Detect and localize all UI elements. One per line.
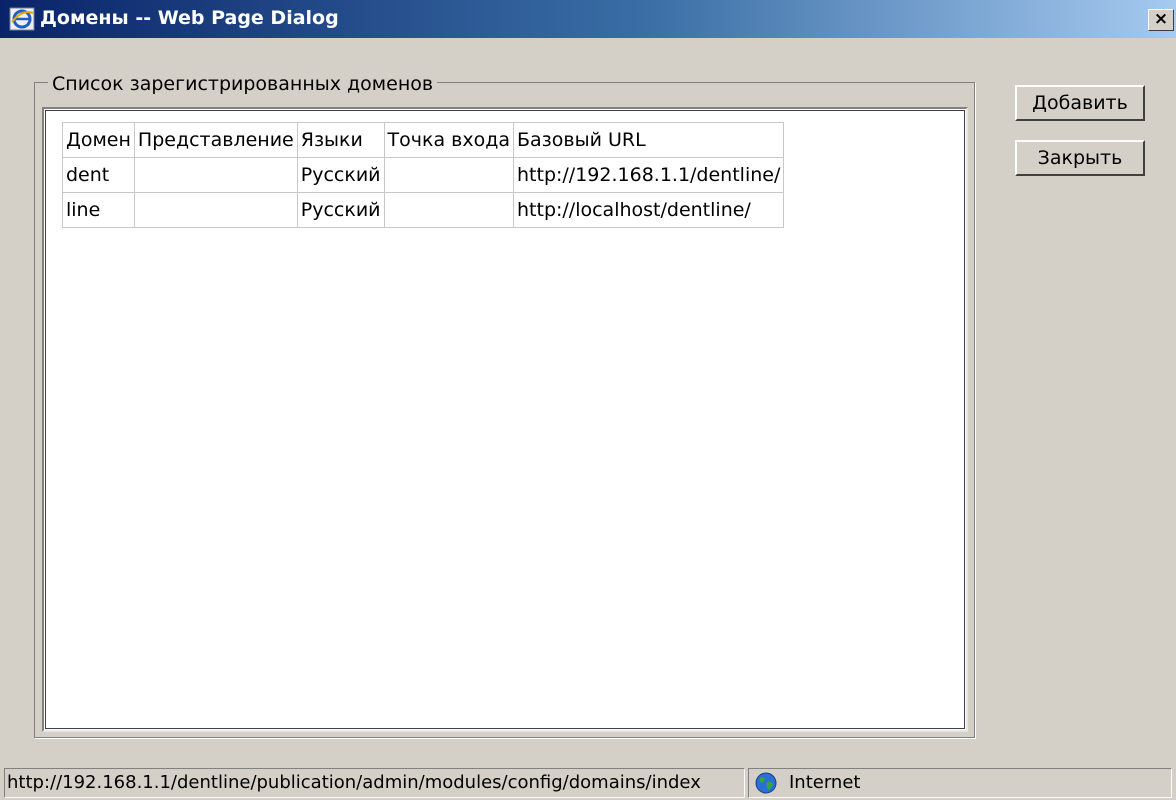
- status-bar: http://192.168.1.1/dentline/publication/…: [0, 764, 1176, 800]
- globe-icon: [755, 772, 777, 794]
- add-button[interactable]: Добавить: [1015, 85, 1145, 121]
- table-header-row: Домен Представление Языки Точка входа Ба…: [62, 122, 785, 158]
- close-window-button[interactable]: ×: [1148, 9, 1174, 31]
- column-header-domain[interactable]: Домен: [62, 122, 135, 158]
- ie-app-icon: [9, 7, 35, 31]
- groupbox-legend: Список зарегистрированных доменов: [48, 72, 438, 96]
- table-row[interactable]: dent Русский http://192.168.1.1/dentline…: [62, 157, 785, 193]
- cell-representation: [133, 157, 298, 193]
- column-header-representation[interactable]: Представление: [133, 122, 298, 158]
- cell-languages: Русский: [296, 192, 385, 228]
- domains-table: Домен Представление Языки Точка входа Ба…: [62, 122, 785, 228]
- cell-representation: [133, 192, 298, 228]
- cell-base-url: http://localhost/dentline/: [512, 192, 785, 228]
- cell-entry-point: [383, 192, 515, 228]
- title-bar[interactable]: Домены -- Web Page Dialog ×: [0, 0, 1176, 38]
- cell-entry-point: [383, 157, 515, 193]
- window-title: Домены -- Web Page Dialog: [40, 7, 339, 29]
- table-row[interactable]: line Русский http://localhost/dentline/: [62, 192, 785, 228]
- column-header-entry-point[interactable]: Точка входа: [383, 122, 515, 158]
- cell-domain: dent: [62, 157, 135, 193]
- close-button[interactable]: Закрыть: [1015, 140, 1145, 176]
- security-zone-panel[interactable]: Internet: [748, 768, 1172, 798]
- cell-domain: line: [62, 192, 135, 228]
- column-header-languages[interactable]: Языки: [296, 122, 385, 158]
- column-header-base-url[interactable]: Базовый URL: [512, 122, 785, 158]
- zone-label: Internet: [789, 772, 861, 793]
- status-url: http://192.168.1.1/dentline/publication/…: [4, 768, 745, 798]
- cell-base-url: http://192.168.1.1/dentline/: [512, 157, 785, 193]
- cell-languages: Русский: [296, 157, 385, 193]
